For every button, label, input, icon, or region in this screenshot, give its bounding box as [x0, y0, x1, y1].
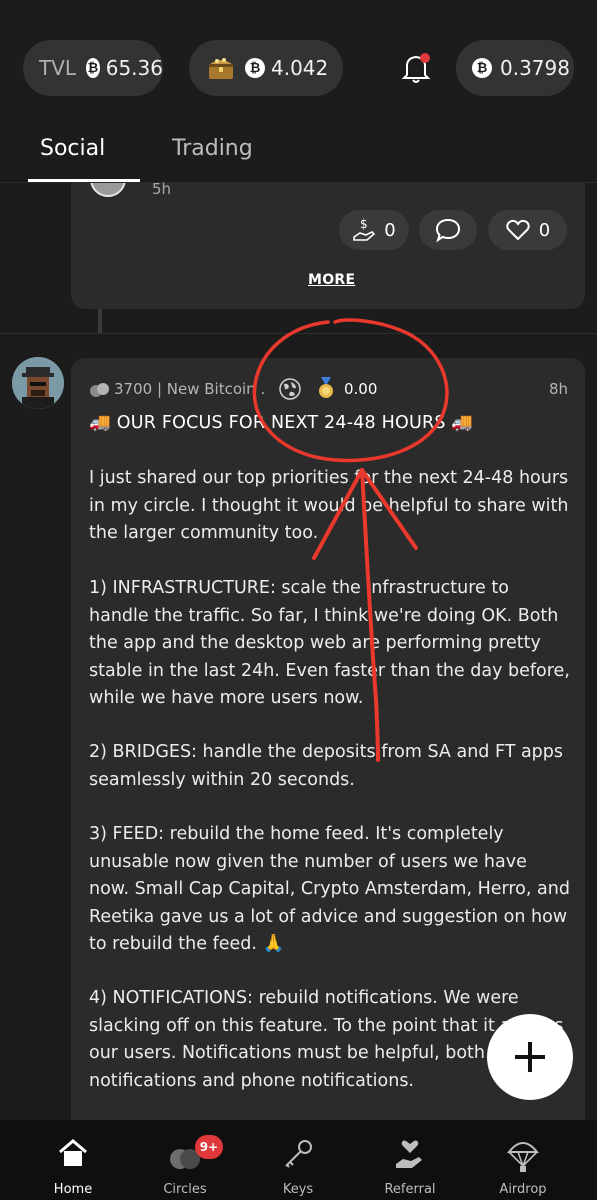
treasure-chest-icon [207, 55, 235, 81]
bell-icon [401, 53, 431, 83]
tip-icon: $ [352, 217, 376, 243]
globe-icon [279, 378, 301, 404]
plus-icon [515, 1042, 545, 1072]
nav-referral[interactable]: Referral [360, 1120, 460, 1200]
bitcoin-icon: ₿ [472, 58, 492, 78]
bitcoin-icon: ₿ [86, 58, 100, 78]
circles-badge: 9+ [195, 1135, 223, 1159]
nav-home-label: Home [53, 1182, 93, 1197]
airdrop-icon [506, 1142, 540, 1172]
post-separator [0, 333, 597, 334]
nav-airdrop[interactable]: Airdrop [473, 1120, 573, 1200]
post-time: 8h [549, 380, 569, 398]
nav-keys[interactable]: Keys [248, 1120, 348, 1200]
nav-circles[interactable]: 9+ Circles [135, 1120, 235, 1200]
previous-post-avatar [90, 183, 126, 197]
nav-circles-label: Circles [163, 1182, 207, 1197]
previous-post-time: 5h [152, 180, 172, 198]
nav-keys-label: Keys [282, 1182, 314, 1197]
keys-icon [285, 1140, 312, 1168]
tvl-label: TVL [39, 56, 77, 80]
post-paragraph-3: 2) BRIDGES: handle the deposits from SA … [89, 742, 564, 790]
like-button[interactable]: 0 [488, 210, 567, 250]
post-paragraph-2: 1) INFRASTRUCTURE: scale the infrastruct… [89, 578, 570, 708]
post-title: 🚚 OUR FOCUS FOR NEXT 24-48 HOURS 🚚 [89, 413, 474, 433]
tvl-value: 65.36 [105, 56, 163, 80]
tab-trading[interactable]: Trading [172, 136, 253, 161]
comment-button[interactable] [419, 210, 477, 250]
home-icon [59, 1139, 87, 1166]
balance-pill[interactable]: ₿ 0.3798 [456, 40, 574, 96]
post-paragraph-1: I just shared our top priorities for the… [89, 468, 569, 543]
tip-button[interactable]: $ 0 [339, 210, 409, 250]
nav-referral-label: Referral [384, 1182, 436, 1197]
circle-info[interactable]: 3700 | New Bitcoin ... [114, 380, 264, 398]
like-count: 0 [538, 219, 551, 241]
referral-icon [396, 1140, 422, 1168]
balance-value: 0.3798 [500, 56, 570, 80]
heart-icon [505, 218, 531, 242]
chest-value: 4.042 [271, 56, 329, 80]
comment-icon [435, 218, 461, 243]
tvl-pill[interactable]: TVL ₿ 65.36 [23, 40, 163, 96]
nav-home[interactable]: Home [23, 1120, 123, 1200]
avatar[interactable] [12, 357, 64, 409]
notifications-bell-button[interactable] [396, 48, 436, 88]
bottom-nav: Home 9+ Circles Keys Referral Airdrop [0, 1120, 597, 1200]
tip-amount: 0.00 [344, 380, 378, 398]
post-paragraph-4: 3) FEED: rebuild the home feed. It's com… [89, 824, 570, 954]
tip-medal-icon [316, 376, 336, 404]
svg-text:$: $ [360, 217, 368, 231]
tab-social[interactable]: Social [40, 136, 105, 161]
circle-icon [89, 381, 111, 403]
new-post-button[interactable] [487, 1014, 573, 1100]
tip-count: 0 [384, 219, 396, 241]
nav-airdrop-label: Airdrop [499, 1182, 547, 1197]
chest-pill[interactable]: ₿ 4.042 [189, 40, 343, 96]
more-link[interactable]: MORE [308, 272, 355, 288]
bitcoin-icon: ₿ [245, 58, 265, 78]
thread-connector [98, 309, 102, 333]
